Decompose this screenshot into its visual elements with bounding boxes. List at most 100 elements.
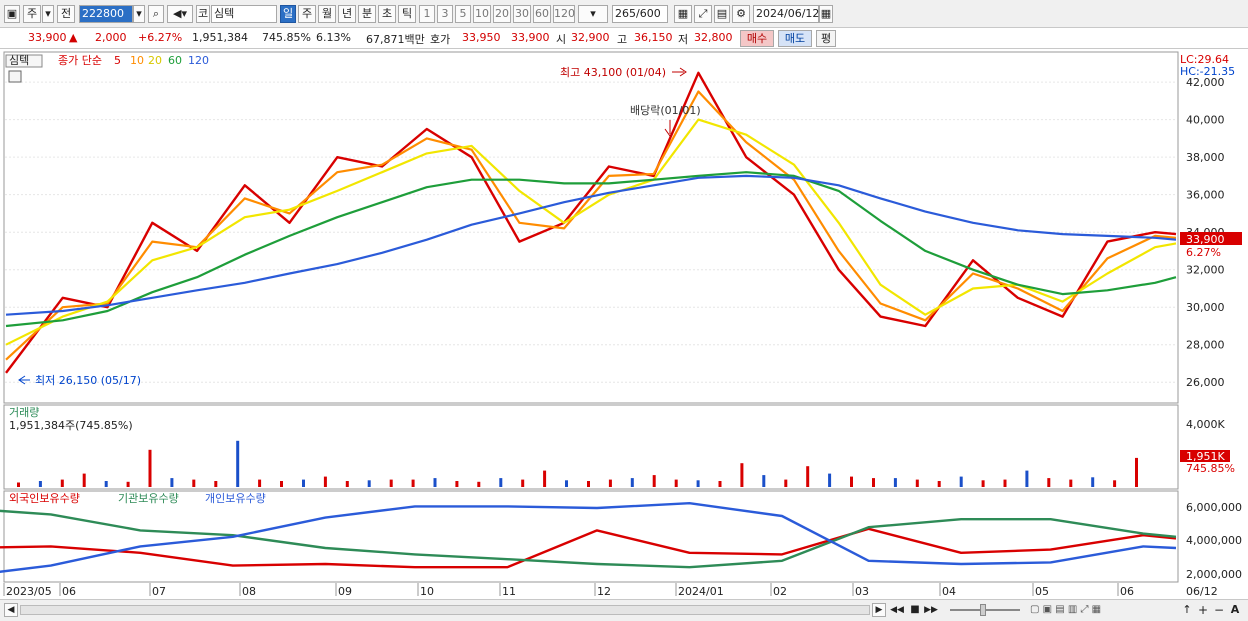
sell-button[interactable]: 매도 <box>778 30 812 47</box>
x-axis-label: 04 <box>942 585 956 598</box>
speaker-icon[interactable]: ◀▾ <box>167 5 193 23</box>
interval-120-button[interactable]: 120 <box>553 5 575 23</box>
volume-bar <box>959 476 963 487</box>
horizontal-scrollbar[interactable] <box>20 605 870 615</box>
line-tool-icon[interactable]: ⤢ <box>694 5 712 23</box>
calc-icon[interactable] <box>8 70 22 83</box>
x-axis-label: 06/12 <box>1186 585 1218 598</box>
x-axis-label: 09 <box>338 585 352 598</box>
period-second-button[interactable]: 초 <box>378 5 396 23</box>
volume-bar <box>674 479 678 487</box>
volume-bar <box>937 481 941 487</box>
price-tick-label: 36,000 <box>1186 189 1225 202</box>
code-dropdown-icon[interactable]: ▾ <box>133 5 145 23</box>
volume-bar <box>740 463 744 487</box>
holding-legend-individual: 개인보유수량 <box>205 492 266 505</box>
interval-10-button[interactable]: 10 <box>473 5 491 23</box>
scroll-up-icon[interactable]: ↑ <box>1180 603 1194 617</box>
gear-icon[interactable]: ⚙ <box>732 5 750 23</box>
scroll-right-icon[interactable]: ▶ <box>872 603 886 617</box>
zoom-in-icon[interactable]: + <box>1196 603 1210 617</box>
period-week-button[interactable]: 주 <box>298 5 316 23</box>
ma-period-120: 120 <box>188 54 209 67</box>
volume-value: 1,951,384 <box>192 31 248 44</box>
buy-button[interactable]: 매수 <box>740 30 774 47</box>
volume-scale-label: 4,000K <box>1186 418 1225 431</box>
volume-bar <box>652 475 656 487</box>
volume-bar <box>433 478 437 487</box>
volume-bar <box>828 473 832 487</box>
panel-name: 심텍 <box>9 54 29 67</box>
date-field[interactable]: 2024/06/12 <box>753 5 819 23</box>
volume-bar <box>784 479 788 487</box>
x-axis-label: 06 <box>1120 585 1134 598</box>
stop-icon[interactable]: ■ <box>908 603 922 617</box>
volume-bar <box>1091 477 1095 487</box>
price-change-pct: +6.27% <box>138 31 183 44</box>
volume-bar <box>280 481 283 487</box>
volume-bar <box>236 440 240 487</box>
turnover: 6.13% <box>316 31 351 44</box>
dividend-annotation: 배당락(01/01) <box>630 104 701 117</box>
x-axis-label: 05 <box>1035 585 1049 598</box>
interval-20-button[interactable]: 20 <box>493 5 511 23</box>
rewind-icon[interactable]: ◀◀ <box>890 603 904 617</box>
save-icon[interactable]: ▤ <box>714 5 730 23</box>
period-tick-button[interactable]: 틱 <box>398 5 416 23</box>
ma-period-60: 60 <box>168 54 182 67</box>
interval-3-button[interactable]: 3 <box>437 5 453 23</box>
volume-bar <box>521 479 525 487</box>
search-icon[interactable]: ⌕ <box>148 5 164 23</box>
chart-svg[interactable]: 26,00028,00030,00032,00034,00036,00038,0… <box>0 50 1248 599</box>
x-axis-label: 2024/01 <box>678 585 724 598</box>
auto-scale-icon[interactable]: A <box>1228 603 1242 617</box>
tab-main[interactable]: 주 <box>23 5 41 23</box>
volume-bar <box>762 475 766 487</box>
bottom-bar: ◀ ▶ ◀◀ ■ ▶▶ ▢ ▣ ▤ ▥ ⤢ ▦ ↑ + − A <box>0 599 1248 621</box>
high-price: 36,150 <box>634 31 673 44</box>
hc-label: HC:-21.35 <box>1180 65 1235 78</box>
price-change: 2,000 <box>95 31 127 44</box>
high-label: 고 <box>617 33 628 46</box>
period-minute-button[interactable]: 분 <box>358 5 376 23</box>
fast-forward-icon[interactable]: ▶▶ <box>924 603 938 617</box>
zoom-slider-handle[interactable] <box>980 604 986 616</box>
calendar-icon[interactable]: ▦ <box>819 5 833 23</box>
chevron-down-icon[interactable]: ▾ <box>42 5 54 23</box>
view-mode-icons[interactable]: ▢ ▣ ▤ ▥ ⤢ ▦ <box>1030 603 1120 617</box>
volume-bar <box>915 479 919 487</box>
x-axis-label: 07 <box>152 585 166 598</box>
code-input[interactable]: 222800 <box>79 5 133 23</box>
holding-legend-institution: 기관보유수량 <box>118 492 179 505</box>
volume-bar <box>1113 480 1117 487</box>
tab-prev[interactable]: 전 <box>57 5 75 23</box>
eval-button[interactable]: 평 <box>816 30 836 47</box>
zoom-out-icon[interactable]: − <box>1212 603 1226 617</box>
count-field[interactable]: 265/600 <box>612 5 668 23</box>
price-tick-label: 38,000 <box>1186 151 1225 164</box>
interval-60-button[interactable]: 60 <box>533 5 551 23</box>
volume-bar <box>806 466 810 487</box>
period-day-button[interactable]: 일 <box>280 5 296 23</box>
window-icon[interactable]: ▣ <box>4 5 20 23</box>
chart-area[interactable]: 26,00028,00030,00032,00034,00036,00038,0… <box>0 50 1248 621</box>
interval-1-button[interactable]: 1 <box>419 5 435 23</box>
interval-5-button[interactable]: 5 <box>455 5 471 23</box>
volume-bar <box>367 480 371 487</box>
scroll-left-icon[interactable]: ◀ <box>4 603 18 617</box>
x-axis-label: 11 <box>502 585 516 598</box>
holding-scale-2m: 2,000,000 <box>1186 568 1242 581</box>
volume-title: 거래량 <box>9 406 39 419</box>
volume-bar <box>587 481 590 487</box>
interval-dropdown[interactable]: ▾ <box>578 5 608 23</box>
volume-bar <box>872 478 875 487</box>
toolbar: ▣ 주 ▾ 전 222800 ▾ ⌕ ◀▾ 코 심텍 일 주 월 년 분 초 틱… <box>0 0 1248 28</box>
chart-tools-icon[interactable]: ▦ <box>674 5 692 23</box>
volume-bar <box>214 481 218 487</box>
volume-bar <box>893 478 897 487</box>
interval-30-button[interactable]: 30 <box>513 5 531 23</box>
stock-name-field[interactable]: 심텍 <box>211 5 277 23</box>
period-year-button[interactable]: 년 <box>338 5 356 23</box>
period-month-button[interactable]: 월 <box>318 5 336 23</box>
volume-bar <box>565 480 568 487</box>
